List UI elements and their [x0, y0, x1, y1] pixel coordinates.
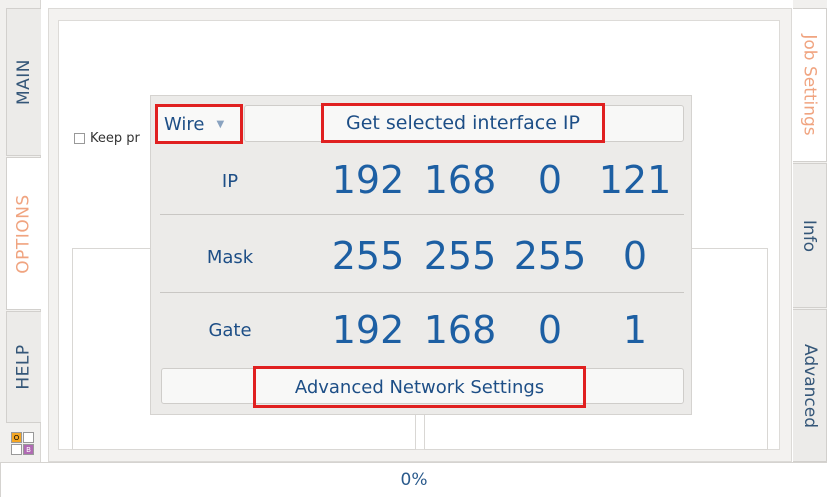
tab-advanced-label: Advanced [799, 343, 820, 428]
gate-octet-4[interactable]: 1 [595, 308, 675, 352]
keep-checkbox[interactable] [74, 133, 85, 144]
gate-label: Gate [208, 320, 252, 341]
get-ip-button-label[interactable]: Get selected interface IP [321, 103, 605, 143]
mask-octet-4[interactable]: 0 [595, 234, 675, 278]
interface-value: Wire [164, 113, 205, 135]
progress-bar: 0% [0, 462, 827, 497]
mask-octet-3[interactable]: 255 [510, 234, 590, 278]
gate-octet-3[interactable]: 0 [510, 308, 590, 352]
chevron-down-icon: ▼ [216, 118, 225, 130]
gate-octet-2[interactable]: 168 [420, 308, 500, 352]
tab-info[interactable]: Info [793, 163, 827, 308]
advanced-network-button-label[interactable]: Advanced Network Settings [253, 366, 586, 408]
purple-mini-icon[interactable]: B [23, 444, 34, 455]
interface-dropdown[interactable]: Wire ▼ [155, 104, 243, 144]
tab-main[interactable]: MAIN [6, 8, 41, 156]
blank-mini-icon-2[interactable] [11, 444, 22, 455]
blank-mini-icon[interactable] [23, 432, 34, 443]
gate-octet-1[interactable]: 192 [328, 308, 408, 352]
tab-help[interactable]: HELP [6, 311, 41, 423]
ip-label: IP [221, 171, 239, 192]
mask-octet-1[interactable]: 255 [328, 234, 408, 278]
ip-octet-3[interactable]: 0 [510, 158, 590, 202]
tab-job-settings[interactable]: Job Settings [793, 8, 827, 162]
tab-job-settings-label: Job Settings [799, 34, 820, 136]
tab-options[interactable]: OPTIONS [6, 157, 41, 310]
orange-mini-icon[interactable]: O [11, 432, 22, 443]
divider [160, 292, 684, 293]
tab-info-label: Info [799, 219, 820, 252]
ip-octet-2[interactable]: 168 [420, 158, 500, 202]
progress-label: 0% [400, 470, 428, 490]
tab-help-label: HELP [14, 344, 34, 390]
mask-label: Mask [206, 247, 254, 268]
tab-main-label: MAIN [14, 58, 34, 106]
tab-advanced[interactable]: Advanced [793, 309, 827, 462]
ip-octet-1[interactable]: 192 [328, 158, 408, 202]
mask-octet-2[interactable]: 255 [420, 234, 500, 278]
keep-checkbox-label: Keep pr [90, 131, 140, 146]
divider [160, 214, 684, 215]
tab-options-label: OPTIONS [14, 193, 35, 274]
keep-checkbox-row[interactable]: Keep pr [74, 131, 140, 146]
ip-octet-4[interactable]: 121 [595, 158, 675, 202]
